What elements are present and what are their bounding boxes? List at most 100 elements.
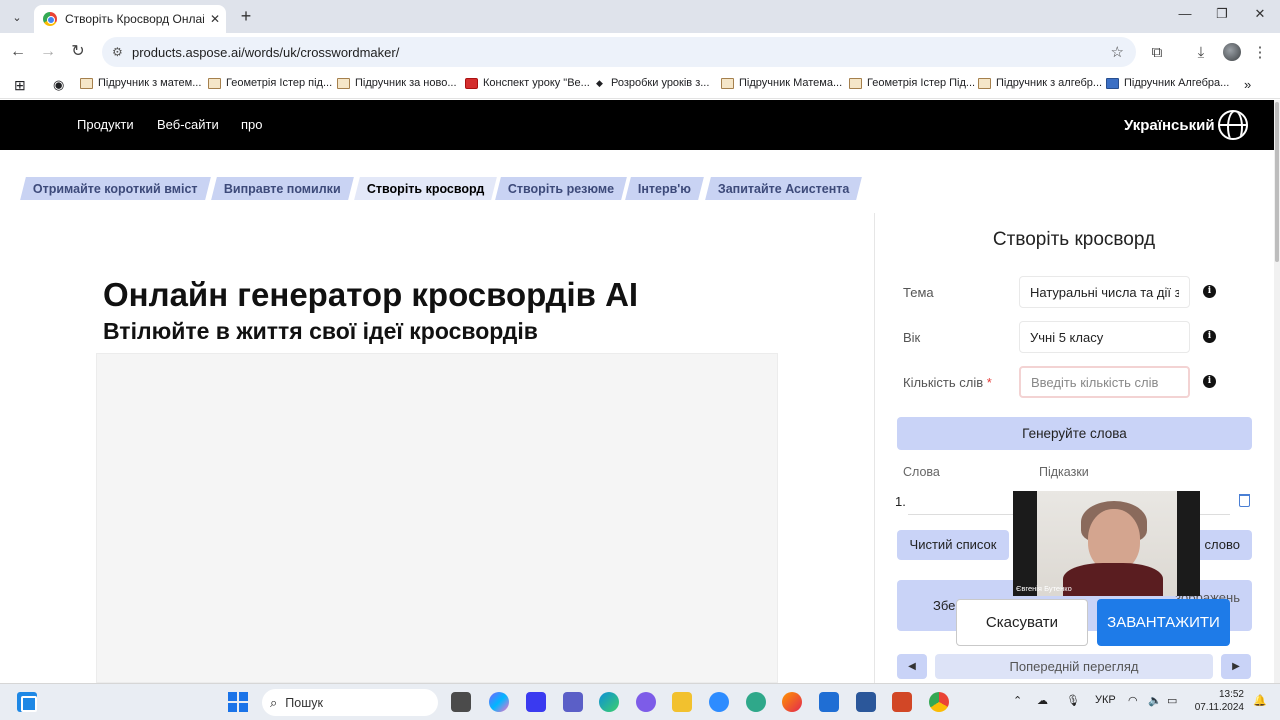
download-button[interactable]: ЗАВАНТАЖИТИ bbox=[1097, 599, 1230, 646]
tab-fix-errors[interactable]: Виправте помилки bbox=[211, 177, 354, 200]
book-icon bbox=[208, 77, 221, 89]
forward-icon[interactable]: → bbox=[38, 42, 58, 62]
language-selector[interactable]: Український bbox=[1124, 117, 1215, 134]
clear-list-button[interactable]: Чистий список bbox=[897, 530, 1009, 560]
word-count-label-text: Кількість слів bbox=[903, 375, 984, 390]
tab-resume[interactable]: Створіть резюме bbox=[495, 177, 628, 200]
copilot-icon[interactable] bbox=[489, 692, 509, 712]
tab-close-icon[interactable]: ✕ bbox=[210, 12, 220, 26]
browser-toolbar: ← → ↻ ⚙ products.aspose.ai/words/uk/cros… bbox=[0, 33, 1280, 71]
tab-list-icon[interactable]: ⌄ bbox=[6, 6, 28, 28]
topic-label: Тема bbox=[903, 285, 934, 300]
globe-icon[interactable] bbox=[1218, 110, 1248, 140]
volume-icon[interactable]: 🔈 bbox=[1148, 694, 1162, 707]
profile-avatar[interactable] bbox=[1223, 43, 1241, 61]
zoom-icon[interactable] bbox=[709, 692, 729, 712]
book-icon bbox=[80, 77, 93, 89]
search-icon: ⌕ bbox=[270, 694, 278, 710]
bookmark-label: Підручник з матем... bbox=[98, 77, 202, 89]
bookmark-item[interactable]: Підручник з алгебр... bbox=[978, 77, 1102, 89]
start-windows-icon[interactable] bbox=[228, 692, 248, 712]
apps-grid-icon[interactable]: ⊞ bbox=[14, 77, 26, 94]
input-language[interactable]: УКР bbox=[1095, 694, 1116, 706]
tab-crossword[interactable]: Створіть кросворд bbox=[354, 177, 498, 200]
tab-label: Запитайте Асистента bbox=[718, 181, 850, 196]
tab-assistant[interactable]: Запитайте Асистента bbox=[705, 177, 863, 200]
download-icon[interactable]: ⤓ bbox=[1191, 43, 1211, 63]
trash-icon[interactable] bbox=[1239, 494, 1250, 507]
prev-arrow-icon[interactable]: ◀ bbox=[897, 654, 927, 679]
generate-words-button[interactable]: Генеруйте слова bbox=[897, 417, 1252, 450]
book-icon bbox=[337, 77, 350, 89]
bookmark-label: Геометрія Істер Під... bbox=[867, 77, 976, 89]
file-explorer-icon[interactable] bbox=[672, 692, 692, 712]
word-icon[interactable] bbox=[856, 692, 876, 712]
more-bookmarks-icon[interactable]: » bbox=[1244, 77, 1251, 92]
restore-icon[interactable]: ❐ bbox=[1212, 6, 1232, 22]
scrollbar-thumb[interactable] bbox=[1275, 102, 1279, 262]
cancel-button[interactable]: Скасувати bbox=[956, 599, 1088, 646]
bookmark-item[interactable]: ◆ Розробки уроків з... bbox=[593, 77, 709, 89]
widgets-icon[interactable] bbox=[17, 692, 37, 712]
menu-kebab-icon[interactable]: ⋮ bbox=[1250, 43, 1270, 63]
bookmark-item[interactable]: Геометрія Істер під... bbox=[208, 77, 332, 89]
firefox-icon[interactable] bbox=[782, 692, 802, 712]
preview-button[interactable]: Попередній перегляд bbox=[935, 654, 1213, 679]
bookmark-item[interactable]: Підручник Алгебра... bbox=[1106, 77, 1229, 89]
reload-icon[interactable]: ↻ bbox=[68, 42, 88, 62]
bookmark-item[interactable]: Геометрія Істер Під... bbox=[849, 77, 975, 89]
close-window-icon[interactable]: ✕ bbox=[1250, 6, 1270, 22]
notification-bell-icon[interactable]: 🔔 bbox=[1253, 694, 1267, 707]
bookmark-item[interactable]: Підручник з матем... bbox=[80, 77, 201, 89]
book-icon bbox=[721, 77, 734, 89]
tray-chevron-icon[interactable]: ⌃ bbox=[1013, 694, 1022, 707]
tab-interview[interactable]: Інтерв'ю bbox=[625, 177, 704, 200]
browser-tab-active[interactable]: Створіть Кросворд Онлайн За ✕ bbox=[34, 5, 226, 33]
app-icon[interactable] bbox=[526, 692, 546, 712]
topic-input[interactable] bbox=[1019, 276, 1190, 308]
store-icon[interactable] bbox=[819, 692, 839, 712]
edge-icon[interactable] bbox=[599, 692, 619, 712]
save-button-label: Збе bbox=[933, 598, 956, 613]
bookmark-star-icon[interactable]: ☆ bbox=[1111, 43, 1124, 61]
topic-info-icon[interactable]: i bbox=[1203, 285, 1216, 298]
app-icon[interactable] bbox=[746, 692, 766, 712]
battery-icon[interactable]: ▭ bbox=[1167, 694, 1177, 707]
powerpoint-icon[interactable] bbox=[892, 692, 912, 712]
nav-about[interactable]: про bbox=[241, 117, 263, 132]
nav-websites[interactable]: Веб-сайти bbox=[157, 117, 219, 132]
new-tab-icon[interactable]: + bbox=[236, 6, 256, 26]
back-icon[interactable]: ← bbox=[8, 42, 28, 62]
bookmark-item[interactable]: Підручник Матема... bbox=[721, 77, 842, 89]
bookmark-label: Підручник з алгебр... bbox=[996, 77, 1103, 89]
bookmark-item[interactable]: Підручник за ново... bbox=[337, 77, 457, 89]
bookmark-item[interactable]: Конспект уроку "Ве... bbox=[465, 77, 590, 89]
search-placeholder: Пошук bbox=[285, 695, 323, 710]
age-input[interactable] bbox=[1019, 321, 1190, 353]
word-count-input[interactable] bbox=[1019, 366, 1190, 398]
site-info-icon[interactable]: ⚙ bbox=[112, 45, 128, 59]
age-info-icon[interactable]: i bbox=[1203, 330, 1216, 343]
viber-icon[interactable] bbox=[636, 692, 656, 712]
extensions-icon[interactable]: ⧉ bbox=[1147, 43, 1167, 63]
address-bar[interactable]: ⚙ products.aspose.ai/words/uk/crosswordm… bbox=[102, 37, 1136, 67]
tab-label: Отримайте короткий вміст bbox=[33, 181, 198, 196]
book-icon bbox=[849, 77, 862, 89]
task-view-icon[interactable] bbox=[451, 692, 471, 712]
wifi-icon[interactable]: ◠ bbox=[1128, 694, 1138, 707]
tab-summary[interactable]: Отримайте короткий вміст bbox=[20, 177, 211, 200]
cloud-icon[interactable]: ☁ bbox=[1037, 694, 1048, 707]
nav-products[interactable]: Продукти bbox=[77, 117, 134, 132]
next-arrow-icon[interactable]: ▶ bbox=[1221, 654, 1251, 679]
globe-bookmark-icon[interactable]: ◉ bbox=[53, 77, 64, 93]
taskbar-clock[interactable]: 13:52 07.11.2024 bbox=[1186, 688, 1244, 714]
shield-site-icon bbox=[1106, 77, 1119, 89]
chrome-favicon-icon bbox=[43, 12, 57, 26]
teams-icon[interactable] bbox=[563, 692, 583, 712]
page-scrollbar[interactable] bbox=[1274, 100, 1280, 683]
microphone-icon[interactable]: 🎙 bbox=[1066, 694, 1080, 707]
minimize-icon[interactable]: — bbox=[1175, 6, 1195, 21]
word-count-info-icon[interactable]: i bbox=[1203, 375, 1216, 388]
taskbar-search[interactable]: ⌕ Пошук bbox=[262, 689, 438, 716]
chrome-icon[interactable] bbox=[929, 692, 949, 712]
